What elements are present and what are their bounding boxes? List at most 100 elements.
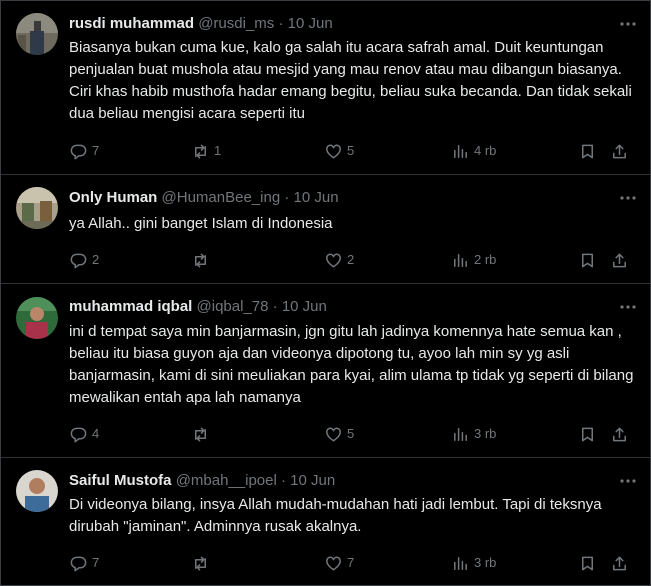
separator-dot: · [272, 298, 278, 315]
bookmark-icon [581, 144, 594, 158]
avatar-image [16, 470, 58, 512]
bookmark-button[interactable] [578, 553, 597, 573]
share-icon [613, 253, 626, 267]
tweet-header: muhammad iqbal @iqbal_78 · 10 Jun [69, 297, 327, 317]
reply-count: 4 [92, 426, 100, 441]
repost-button[interactable]: 1 [191, 141, 221, 161]
action-bar: 7 7 3 rb [69, 553, 635, 573]
share-button[interactable] [610, 250, 629, 270]
display-name[interactable]: Only Human [69, 189, 157, 206]
more-icon[interactable] [618, 14, 638, 34]
avatar-image [16, 13, 58, 55]
tweet-text: ya Allah.. gini banget Islam di Indonesi… [69, 215, 333, 232]
share-icon [613, 144, 626, 158]
views-button[interactable]: 3 rb [451, 424, 496, 444]
views-icon [454, 253, 467, 267]
bookmark-icon [581, 427, 594, 441]
tweet[interactable]: Only Human @HumanBee_ing · 10 Jun ya All… [1, 175, 650, 284]
bookmark-icon [581, 556, 594, 570]
share-button[interactable] [610, 141, 629, 161]
view-count: 3 rb [474, 555, 497, 570]
reply-icon [70, 253, 87, 268]
user-handle[interactable]: @rusdi_ms [198, 15, 274, 32]
view-count: 2 rb [474, 252, 497, 267]
reply-icon [70, 144, 87, 159]
view-count: 3 rb [474, 426, 497, 441]
share-icon [613, 556, 626, 570]
views-icon [454, 427, 467, 441]
views-button[interactable]: 2 rb [451, 250, 496, 270]
display-name[interactable]: muhammad iqbal [69, 298, 192, 315]
more-icon[interactable] [618, 471, 638, 491]
bookmark-button[interactable] [578, 424, 597, 444]
like-button[interactable]: 5 [324, 424, 354, 444]
tweet-text: ini d tempat saya min banjarmasin, jgn g… [69, 323, 634, 406]
like-count: 7 [347, 555, 355, 570]
repost-icon [194, 144, 207, 158]
tweet[interactable]: Saiful Mustofa @mbah__ipoel · 10 Jun Di … [1, 458, 650, 585]
tweet[interactable]: rusdi muhammad @rusdi_ms · 10 Jun Biasan… [1, 1, 650, 175]
bookmark-button[interactable] [578, 250, 597, 270]
more-icon[interactable] [618, 188, 638, 208]
share-icon [613, 427, 626, 441]
user-handle[interactable]: @HumanBee_ing [162, 189, 281, 206]
more-icon[interactable] [618, 297, 638, 317]
like-count: 5 [347, 143, 355, 158]
share-button[interactable] [610, 553, 629, 573]
reply-button[interactable]: 7 [69, 141, 99, 161]
like-icon [326, 253, 341, 267]
repost-button[interactable] [191, 250, 214, 270]
like-icon [326, 427, 341, 441]
avatar[interactable] [16, 187, 58, 229]
repost-icon [194, 556, 207, 570]
like-button[interactable]: 7 [324, 553, 354, 573]
reply-icon [70, 427, 87, 442]
separator-dot: · [278, 15, 284, 32]
post-date[interactable]: 10 Jun [294, 189, 339, 206]
separator-dot: · [281, 472, 286, 489]
post-date[interactable]: 10 Jun [288, 15, 333, 32]
reply-icon [70, 556, 87, 571]
post-date[interactable]: 10 Jun [282, 298, 327, 315]
share-button[interactable] [610, 424, 629, 444]
display-name[interactable]: rusdi muhammad [69, 15, 194, 32]
action-bar: 4 5 3 rb [69, 424, 635, 444]
like-count: 5 [347, 426, 355, 441]
tweet-header: Only Human @HumanBee_ing · 10 Jun [69, 188, 339, 208]
tweet-header: rusdi muhammad @rusdi_ms · 10 Jun [69, 14, 333, 34]
avatar[interactable] [16, 297, 58, 339]
repost-count: 1 [214, 143, 222, 158]
user-handle[interactable]: @iqbal_78 [197, 298, 269, 315]
avatar[interactable] [16, 470, 58, 512]
display-name[interactable]: Saiful Mustofa [69, 472, 172, 489]
views-icon [454, 556, 467, 570]
bookmark-icon [581, 253, 594, 267]
like-button[interactable]: 5 [324, 141, 354, 161]
action-bar: 2 2 2 rb [69, 250, 635, 270]
like-icon [326, 556, 341, 570]
avatar[interactable] [16, 13, 58, 55]
repost-icon [194, 253, 207, 267]
repost-button[interactable] [191, 424, 214, 444]
repost-icon [194, 427, 207, 441]
reply-button[interactable]: 2 [69, 250, 99, 270]
reply-button[interactable]: 7 [69, 553, 99, 573]
reply-button[interactable]: 4 [69, 424, 99, 444]
tweet-text: Di videonya bilang, insya Allah mudah-mu… [69, 496, 602, 535]
post-date[interactable]: 10 Jun [290, 472, 335, 489]
repost-button[interactable] [191, 553, 214, 573]
tweet[interactable]: muhammad iqbal @iqbal_78 · 10 Jun ini d … [1, 284, 650, 458]
avatar-image [16, 297, 58, 339]
action-bar: 7 1 5 4 rb [69, 141, 635, 161]
bookmark-button[interactable] [578, 141, 597, 161]
user-handle[interactable]: @mbah__ipoel [176, 472, 277, 489]
tweet-text: Biasanya bukan cuma kue, kalo ga salah i… [69, 39, 632, 122]
separator-dot: · [284, 189, 290, 206]
views-button[interactable]: 3 rb [451, 553, 496, 573]
like-button[interactable]: 2 [324, 250, 354, 270]
tweet-header: Saiful Mustofa @mbah__ipoel · 10 Jun [69, 471, 335, 491]
reply-count: 7 [92, 143, 100, 158]
views-button[interactable]: 4 rb [451, 141, 496, 161]
view-count: 4 rb [474, 143, 497, 158]
like-icon [326, 144, 341, 158]
